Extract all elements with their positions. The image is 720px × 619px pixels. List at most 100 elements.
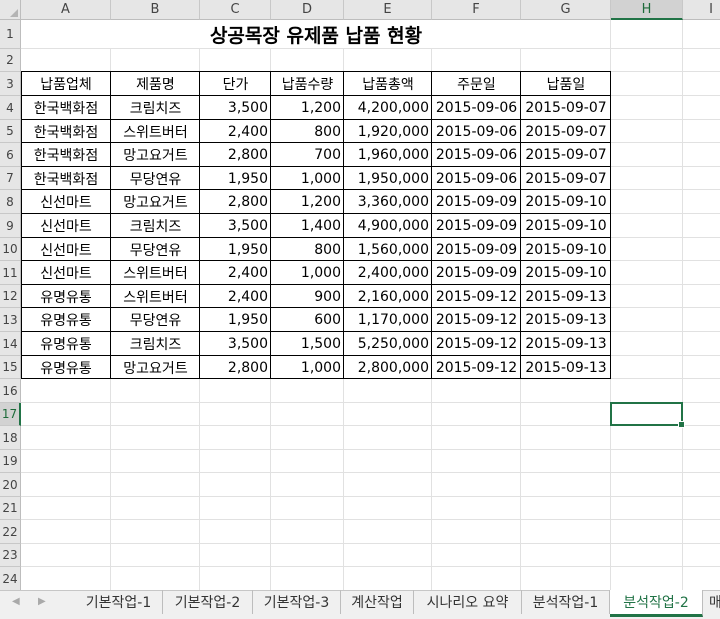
row-header-5[interactable]: 5 xyxy=(0,120,21,143)
column-header-g[interactable]: G xyxy=(521,0,611,20)
table-cell[interactable]: 2,400,000 xyxy=(344,261,432,285)
row-header-19[interactable]: 19 xyxy=(0,450,21,473)
table-cell[interactable]: 신선마트 xyxy=(21,261,111,285)
active-cell-h17[interactable] xyxy=(610,402,685,428)
table-cell[interactable]: 1,950 xyxy=(200,167,271,190)
table-cell[interactable]: 2015-09-09 xyxy=(432,261,521,285)
select-all-corner[interactable] xyxy=(0,0,21,20)
sheet-tab[interactable]: 기본작업-1 xyxy=(75,590,163,614)
column-header-e[interactable]: E xyxy=(344,0,432,20)
row-header-15[interactable]: 15 xyxy=(0,356,21,379)
table-cell[interactable]: 망고요거트 xyxy=(111,143,200,167)
tab-scroll-left-icon[interactable]: ◀ xyxy=(12,596,20,607)
table-header-cell[interactable]: 납품일 xyxy=(521,72,611,96)
table-cell[interactable]: 2,400 xyxy=(200,120,271,143)
table-cell[interactable]: 3,360,000 xyxy=(344,190,432,214)
table-cell[interactable]: 800 xyxy=(271,120,344,143)
row-header-14[interactable]: 14 xyxy=(0,332,21,356)
table-cell[interactable]: 2015-09-13 xyxy=(521,285,611,308)
row-header-4[interactable]: 4 xyxy=(0,96,21,120)
sheet-tab[interactable]: 기본작업-2 xyxy=(163,590,253,614)
sheet-tab[interactable]: 매 xyxy=(703,590,720,614)
sheet-tab[interactable]: 분석작업-1 xyxy=(522,590,610,614)
table-header-cell[interactable]: 단가 xyxy=(200,72,271,96)
table-cell[interactable]: 2015-09-09 xyxy=(432,238,521,261)
row-header-16[interactable]: 16 xyxy=(0,379,21,403)
table-cell[interactable]: 1,000 xyxy=(271,261,344,285)
table-cell[interactable]: 한국백화점 xyxy=(21,143,111,167)
table-cell[interactable]: 2015-09-06 xyxy=(432,143,521,167)
table-cell[interactable]: 800 xyxy=(271,238,344,261)
table-cell[interactable]: 1,000 xyxy=(271,167,344,190)
table-cell[interactable]: 3,500 xyxy=(200,332,271,356)
table-cell[interactable]: 1,560,000 xyxy=(344,238,432,261)
table-cell[interactable]: 유명유통 xyxy=(21,285,111,308)
table-header-cell[interactable]: 납품총액 xyxy=(344,72,432,96)
table-cell[interactable]: 2015-09-13 xyxy=(521,332,611,356)
row-header-8[interactable]: 8 xyxy=(0,190,21,214)
table-cell[interactable]: 2015-09-07 xyxy=(521,167,611,190)
table-cell[interactable]: 2015-09-10 xyxy=(521,261,611,285)
table-cell[interactable]: 1,960,000 xyxy=(344,143,432,167)
column-header-i[interactable]: I xyxy=(683,0,720,20)
table-cell[interactable]: 신선마트 xyxy=(21,238,111,261)
table-cell[interactable]: 2015-09-10 xyxy=(521,214,611,238)
row-header-7[interactable]: 7 xyxy=(0,167,21,190)
table-cell[interactable]: 한국백화점 xyxy=(21,96,111,120)
table-cell[interactable]: 스위트버터 xyxy=(111,120,200,143)
table-cell[interactable]: 2,800 xyxy=(200,190,271,214)
table-cell[interactable]: 무당연유 xyxy=(111,308,200,332)
table-cell[interactable]: 2,400 xyxy=(200,261,271,285)
row-header-24[interactable]: 24 xyxy=(0,567,21,590)
table-cell[interactable]: 2015-09-10 xyxy=(521,190,611,214)
row-header-22[interactable]: 22 xyxy=(0,520,21,544)
table-cell[interactable]: 망고요거트 xyxy=(111,356,200,379)
row-header-13[interactable]: 13 xyxy=(0,308,21,332)
table-cell[interactable]: 크림치즈 xyxy=(111,332,200,356)
table-cell[interactable]: 1,950 xyxy=(200,308,271,332)
table-cell[interactable]: 크림치즈 xyxy=(111,96,200,120)
table-cell[interactable]: 1,950,000 xyxy=(344,167,432,190)
table-cell[interactable]: 1,500 xyxy=(271,332,344,356)
table-cell[interactable]: 2,160,000 xyxy=(344,285,432,308)
table-cell[interactable]: 한국백화점 xyxy=(21,167,111,190)
table-cell[interactable]: 2015-09-09 xyxy=(432,214,521,238)
table-cell[interactable]: 한국백화점 xyxy=(21,120,111,143)
table-cell[interactable]: 2,800 xyxy=(200,143,271,167)
table-cell[interactable]: 스위트버터 xyxy=(111,285,200,308)
table-cell[interactable]: 3,500 xyxy=(200,214,271,238)
row-header-10[interactable]: 10 xyxy=(0,238,21,261)
table-cell[interactable]: 600 xyxy=(271,308,344,332)
sheet-tab[interactable]: 계산작업 xyxy=(341,590,414,614)
table-cell[interactable]: 유명유통 xyxy=(21,356,111,379)
table-cell[interactable]: 2015-09-13 xyxy=(521,308,611,332)
table-cell[interactable]: 스위트버터 xyxy=(111,261,200,285)
column-header-f[interactable]: F xyxy=(432,0,521,20)
sheet-tab[interactable]: 분석작업-2 xyxy=(610,590,703,617)
row-header-2[interactable]: 2 xyxy=(0,49,21,72)
row-header-17[interactable]: 17 xyxy=(0,403,21,426)
table-cell[interactable]: 5,250,000 xyxy=(344,332,432,356)
table-cell[interactable]: 2015-09-13 xyxy=(521,356,611,379)
table-cell[interactable]: 1,200 xyxy=(271,190,344,214)
table-cell[interactable]: 2015-09-09 xyxy=(432,190,521,214)
table-cell[interactable]: 2015-09-12 xyxy=(432,308,521,332)
table-cell[interactable]: 크림치즈 xyxy=(111,214,200,238)
row-header-12[interactable]: 12 xyxy=(0,285,21,308)
table-header-cell[interactable]: 주문일 xyxy=(432,72,521,96)
table-cell[interactable]: 2,400 xyxy=(200,285,271,308)
row-header-21[interactable]: 21 xyxy=(0,497,21,520)
table-cell[interactable]: 2015-09-06 xyxy=(432,96,521,120)
table-cell[interactable]: 유명유통 xyxy=(21,332,111,356)
row-header-3[interactable]: 3 xyxy=(0,72,21,96)
column-header-a[interactable]: A xyxy=(21,0,111,20)
column-header-d[interactable]: D xyxy=(271,0,344,20)
table-header-cell[interactable]: 제품명 xyxy=(111,72,200,96)
table-cell[interactable]: 망고요거트 xyxy=(111,190,200,214)
table-cell[interactable]: 2015-09-06 xyxy=(432,120,521,143)
sheet-tab[interactable]: 기본작업-3 xyxy=(253,590,341,614)
row-header-11[interactable]: 11 xyxy=(0,261,21,285)
sheet-tab[interactable]: 시나리오 요약 xyxy=(414,590,522,614)
table-cell[interactable]: 2015-09-12 xyxy=(432,332,521,356)
column-header-b[interactable]: B xyxy=(111,0,200,20)
